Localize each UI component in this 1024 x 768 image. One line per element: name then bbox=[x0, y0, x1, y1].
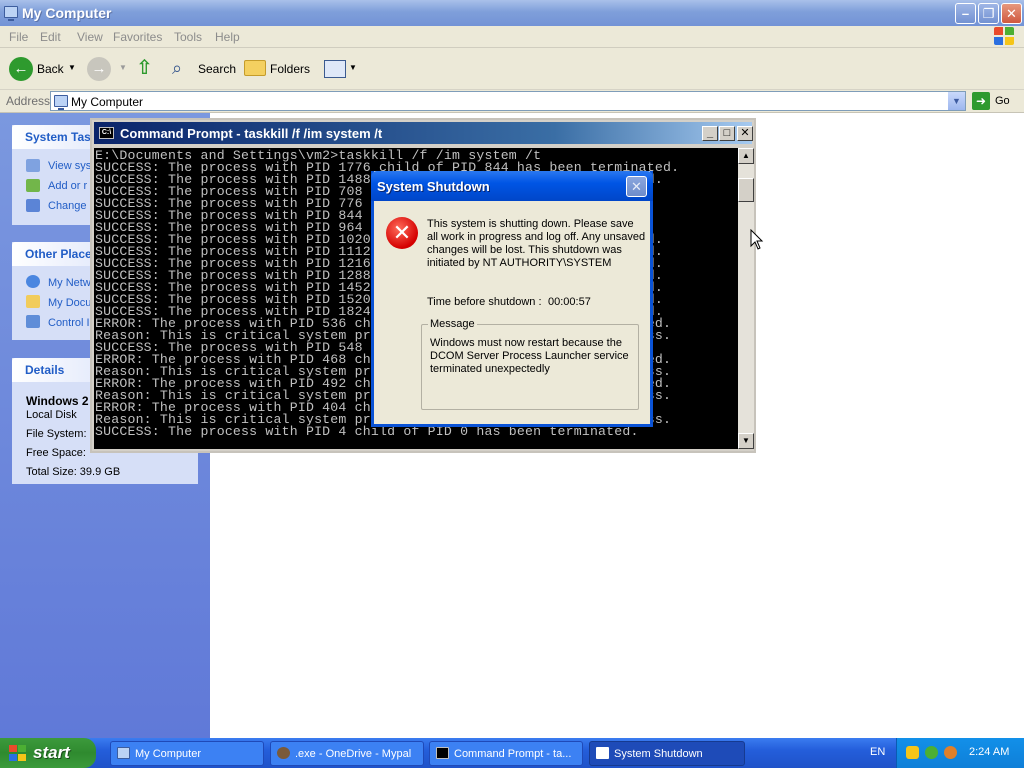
taskbar-item-my-computer[interactable]: My Computer bbox=[110, 741, 264, 766]
close-button[interactable]: ✕ bbox=[1001, 3, 1022, 24]
details-free-space: Free Space: bbox=[26, 447, 86, 459]
my-computer-icon bbox=[4, 6, 18, 21]
address-dropdown-icon[interactable]: ▼ bbox=[948, 92, 965, 110]
countdown-value: 00:00:57 bbox=[548, 296, 591, 308]
explorer-title-bar[interactable]: My Computer – ❐ ✕ bbox=[0, 0, 1024, 26]
forward-dropdown-icon[interactable]: ▼ bbox=[119, 63, 127, 72]
my-computer-task-icon bbox=[117, 747, 130, 759]
menu-bar: File Edit View Favorites Tools Help bbox=[0, 26, 1024, 48]
search-tray-icon[interactable] bbox=[944, 746, 957, 759]
security-shield-icon[interactable] bbox=[906, 746, 919, 759]
mypal-browser-icon bbox=[277, 747, 290, 759]
scroll-down-icon[interactable]: ▼ bbox=[738, 433, 754, 449]
shutdown-title-bar[interactable]: System Shutdown ✕ bbox=[371, 171, 653, 201]
address-label: Address bbox=[6, 94, 51, 108]
shutdown-close-button[interactable]: ✕ bbox=[626, 176, 647, 197]
change-setting-icon bbox=[26, 199, 40, 212]
shutdown-title: System Shutdown bbox=[377, 179, 490, 194]
details-total-size: Total Size: 39.9 GB bbox=[26, 466, 121, 478]
views-icon[interactable] bbox=[324, 60, 346, 78]
cmd-title: Command Prompt - taskkill /f /im system … bbox=[120, 126, 383, 141]
add-remove-icon bbox=[26, 179, 40, 192]
forward-arrow-icon[interactable]: → bbox=[87, 57, 111, 81]
go-arrow-icon[interactable]: ➜ bbox=[972, 92, 990, 110]
address-value: My Computer bbox=[71, 95, 144, 109]
up-folder-icon[interactable]: ⇧ bbox=[136, 58, 158, 80]
message-group: Message Windows must now restart because… bbox=[421, 318, 639, 410]
restore-button[interactable]: ❐ bbox=[978, 3, 999, 24]
search-label[interactable]: Search bbox=[198, 62, 236, 76]
toolbar: ← Back ▼ → ▼ ⇧ ⌕ Search Folders ▼ bbox=[0, 48, 1024, 90]
system-shutdown-dialog: System Shutdown ✕ ✕ This system is shutt… bbox=[371, 171, 653, 427]
menu-favorites[interactable]: Favorites bbox=[113, 30, 162, 44]
views-dropdown-icon[interactable]: ▼ bbox=[349, 63, 357, 72]
cmd-maximize-button[interactable]: □ bbox=[719, 126, 735, 141]
language-indicator[interactable]: EN bbox=[870, 746, 885, 758]
cmd-title-bar[interactable]: C:\ Command Prompt - taskkill /f /im sys… bbox=[94, 122, 753, 144]
start-label: start bbox=[33, 743, 70, 762]
cmd-close-button[interactable]: ✕ bbox=[737, 126, 753, 141]
network-tray-icon[interactable] bbox=[925, 746, 938, 759]
menu-edit[interactable]: Edit bbox=[40, 30, 61, 44]
address-bar: Address My Computer ▼ ➜ Go bbox=[0, 90, 1024, 113]
folders-label[interactable]: Folders bbox=[270, 62, 310, 76]
menu-file[interactable]: File bbox=[9, 30, 28, 44]
scroll-thumb[interactable] bbox=[738, 178, 754, 202]
shutdown-message: This system is shutting down. Please sav… bbox=[427, 218, 646, 269]
task-change-setting[interactable]: Change bbox=[48, 200, 87, 212]
go-label[interactable]: Go bbox=[995, 95, 1010, 107]
menu-view[interactable]: View bbox=[77, 30, 103, 44]
shutdown-task-icon bbox=[596, 747, 609, 759]
minimize-button[interactable]: – bbox=[955, 3, 976, 24]
back-arrow-icon[interactable]: ← bbox=[9, 57, 33, 81]
scroll-up-icon[interactable]: ▲ bbox=[738, 148, 754, 164]
details-file-system: File System: bbox=[26, 428, 87, 440]
windows-logo-icon bbox=[994, 27, 1016, 47]
documents-folder-icon bbox=[26, 295, 40, 308]
task-add-remove[interactable]: Add or r bbox=[48, 180, 87, 192]
cmd-task-icon bbox=[436, 747, 449, 759]
taskbar-item-system-shutdown[interactable]: System Shutdown bbox=[589, 741, 745, 766]
system-tray: 2:24 AM bbox=[896, 738, 1024, 768]
explorer-title: My Computer bbox=[22, 5, 112, 21]
message-group-label: Message bbox=[428, 318, 477, 330]
taskbar: start My Computer .exe - OneDrive - Mypa… bbox=[0, 738, 1024, 768]
search-icon[interactable]: ⌕ bbox=[172, 58, 194, 80]
address-input[interactable]: My Computer ▼ bbox=[50, 91, 966, 111]
details-type: Local Disk bbox=[26, 409, 77, 421]
cmd-scrollbar[interactable]: ▲ ▼ bbox=[738, 148, 754, 449]
start-button[interactable]: start bbox=[0, 738, 96, 768]
back-label[interactable]: Back bbox=[37, 62, 64, 76]
folders-icon[interactable] bbox=[244, 60, 266, 76]
control-panel-icon bbox=[26, 315, 40, 328]
countdown-label: Time before shutdown : bbox=[427, 296, 542, 308]
address-computer-icon bbox=[54, 95, 68, 110]
mouse-cursor-icon bbox=[750, 229, 764, 250]
place-my-documents[interactable]: My Docu bbox=[48, 297, 91, 309]
menu-tools[interactable]: Tools bbox=[174, 30, 202, 44]
windows-flag-icon bbox=[9, 745, 27, 762]
taskbar-clock: 2:24 AM bbox=[969, 746, 1010, 758]
task-view-system[interactable]: View sys bbox=[48, 160, 91, 172]
place-control-panel[interactable]: Control I bbox=[48, 317, 90, 329]
cmd-minimize-button[interactable]: _ bbox=[702, 126, 718, 141]
network-icon bbox=[26, 275, 40, 288]
console-icon: C:\ bbox=[99, 127, 114, 139]
error-icon: ✕ bbox=[386, 217, 418, 249]
taskbar-item-command-prompt[interactable]: Command Prompt - ta... bbox=[429, 741, 583, 766]
place-my-network[interactable]: My Netw bbox=[48, 277, 91, 289]
view-system-icon bbox=[26, 159, 40, 172]
back-dropdown-icon[interactable]: ▼ bbox=[68, 63, 76, 72]
taskbar-item-mypal[interactable]: .exe - OneDrive - Mypal bbox=[270, 741, 424, 766]
shutdown-reason: Windows must now restart because the DCO… bbox=[430, 337, 629, 375]
menu-help[interactable]: Help bbox=[215, 30, 240, 44]
details-name: Windows 2 bbox=[26, 394, 89, 408]
